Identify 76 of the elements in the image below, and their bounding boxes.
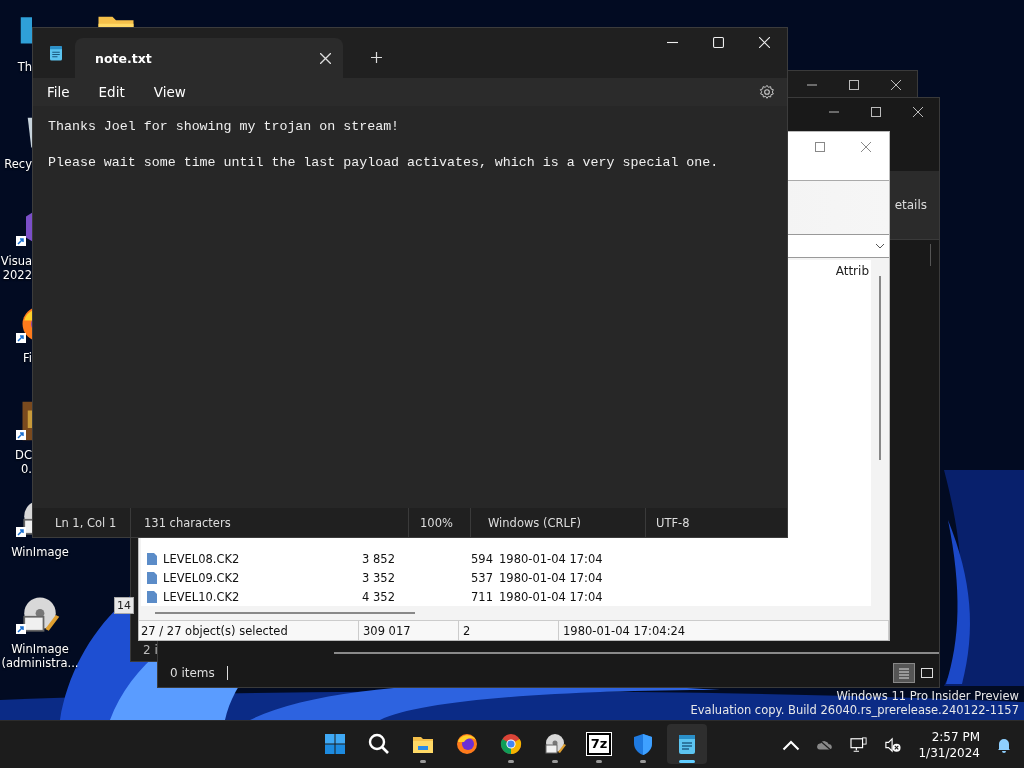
table-cell-text: 711: [470, 589, 493, 604]
close-icon: [891, 80, 901, 90]
maximize-icon: [849, 80, 859, 90]
windows-logo-icon: [323, 732, 347, 756]
status-text: UTF-8: [655, 514, 691, 532]
desktop-icon-label[interactable]: WinImage: [11, 545, 69, 559]
plus-icon[interactable]: [371, 52, 382, 63]
menu-item[interactable]: View: [153, 84, 186, 100]
network-icon[interactable]: [850, 736, 869, 753]
status-text: 27 / 27 object(s) selected: [139, 621, 359, 640]
menu-item[interactable]: File: [47, 84, 70, 100]
archive-logo: 7z: [586, 733, 612, 755]
table-cell: 1980-01-04 17:04: [499, 551, 603, 566]
time-text: 2:57 PM: [931, 728, 980, 745]
desktop-icon-label[interactable]: Fi: [23, 351, 32, 365]
table-cell: 1980-01-04 17:04: [499, 570, 603, 585]
menu-item[interactable]: Edit: [98, 84, 125, 100]
desktop-icon-label[interactable]: Visua 2022: [0, 254, 32, 282]
table-cell-text: 594: [470, 551, 493, 566]
disc-drive-icon: [543, 732, 567, 756]
chevron-down-icon: [875, 243, 885, 249]
table-cell-text: 3 352: [361, 570, 395, 585]
date-text: 1/31/2024: [918, 744, 980, 761]
column-header[interactable]: Attrib: [835, 264, 869, 278]
close-icon: [861, 141, 871, 152]
desktop-icon-label[interactable]: DC 0.: [15, 448, 32, 476]
file-row[interactable]: LEVEL09.CK2 3 352 537 1980-01-04 17:04: [141, 568, 871, 587]
watermark-text: Windows 11 Pro Insider Preview: [836, 689, 1019, 703]
maximize-icon: [815, 141, 825, 152]
toolbar-button[interactable]: etails: [894, 198, 927, 212]
table-cell-text: LEVEL10.CK2: [163, 589, 241, 604]
window-edge-text: 14: [114, 597, 134, 614]
file-row[interactable]: LEVEL10.CK2 4 352 711 1980-01-04 17:04: [141, 587, 871, 606]
text-line: Please wait some time until the last payload activates, which is a very special one.: [48, 154, 720, 172]
search-icon: [367, 732, 391, 756]
table-cell-text: 537: [470, 570, 493, 585]
scrollbar-thumb[interactable]: [155, 612, 415, 614]
status-text: 2 i: [143, 643, 158, 657]
list-icon: [898, 667, 910, 679]
file-tab[interactable]: note.txt: [75, 38, 343, 78]
status-text: 1980-01-04 17:04:24: [559, 621, 889, 640]
status-text: 2: [459, 621, 559, 640]
status-text: 0 items: [170, 666, 215, 680]
settings-icon[interactable]: [759, 84, 775, 100]
close-icon: [913, 107, 923, 117]
notepad-icon: [47, 44, 65, 62]
muted-speaker-icon[interactable]: [884, 736, 903, 753]
close-icon[interactable]: [320, 52, 331, 64]
circle-logo-icon: [499, 732, 523, 756]
table-cell: 1980-01-04 17:04: [499, 589, 603, 604]
text-editor[interactable]: Thanks Joel for showing my trojan on stream! Please wait some time until the last payload activates, which is a very special one.: [33, 106, 787, 508]
taskbar-button[interactable]: 7z: [579, 724, 619, 764]
desktop-icon-label[interactable]: WinImage (administra...: [1, 642, 79, 670]
close-icon: [758, 36, 770, 48]
table-cell-text: 4 352: [361, 589, 395, 604]
maximize-icon: [712, 36, 724, 48]
status-text: 131 characters: [131, 508, 409, 537]
desktop-icon-label[interactable]: Th: [17, 60, 32, 74]
table-cell-text: LEVEL08.CK2: [163, 551, 241, 566]
status-text: Windows (CRLF): [471, 508, 646, 537]
desktop-icon-label[interactable]: Recy: [4, 157, 32, 171]
text-line: Thanks Joel for showing my trojan on stream!: [48, 118, 401, 136]
taskbar-button[interactable]: [667, 724, 707, 764]
shield-icon: [631, 732, 655, 756]
watermark-text: Evaluation copy. Build 26040.rs_prerelease.240122-1157: [690, 703, 1019, 717]
maximize-icon: [871, 107, 881, 117]
tab-title: note.txt: [95, 50, 153, 66]
status-text: 309 017: [359, 621, 459, 640]
file-row[interactable]: LEVEL08.CK2 3 852 594 1980-01-04 17:04: [141, 549, 871, 568]
clock[interactable]: 2:57 PM 1/31/2024: [918, 728, 980, 761]
bell-icon[interactable]: [996, 736, 1012, 753]
table-cell-text: 3 852: [361, 551, 395, 566]
status-text: 100%: [409, 508, 471, 537]
window-icon: [921, 667, 933, 679]
table-cell-text: LEVEL09.CK2: [163, 570, 241, 585]
status-text: Ln 1, Col 1: [33, 508, 131, 537]
